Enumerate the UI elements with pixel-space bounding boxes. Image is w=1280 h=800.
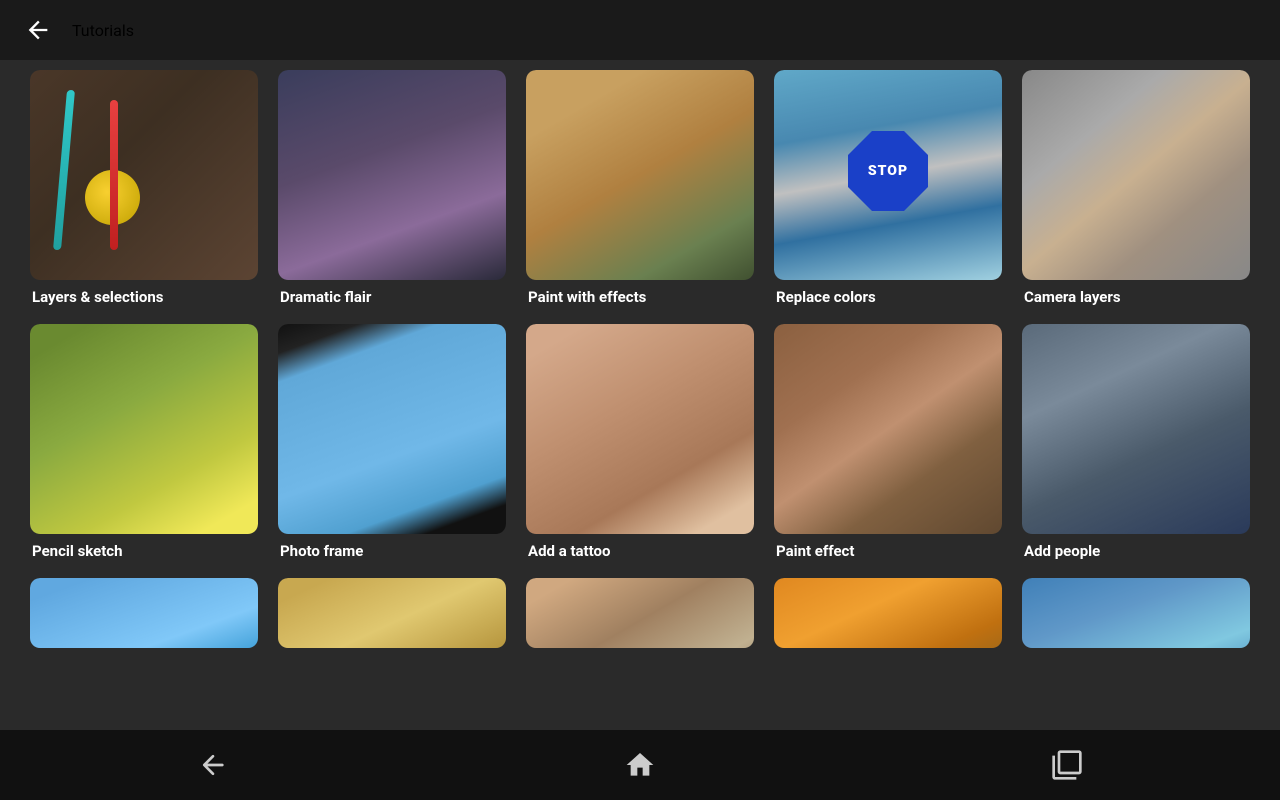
thumbnail-dramatic [278, 70, 506, 280]
tutorial-item-addpeople[interactable]: Add people [1022, 324, 1250, 560]
tutorial-label-pencil: Pencil sketch [30, 542, 258, 560]
tutorial-label-camera: Camera layers [1022, 288, 1250, 306]
tutorial-label-addpeople: Add people [1022, 542, 1250, 560]
thumbnail-row3-3 [526, 578, 754, 648]
thumbnail-layers [30, 70, 258, 280]
thumbnail-tattoo [526, 324, 754, 534]
back-nav-button[interactable] [183, 745, 243, 785]
thumbnail-row3-1 [30, 578, 258, 648]
thumbnail-camera [1022, 70, 1250, 280]
tutorial-item-row3-1[interactable] [30, 578, 258, 648]
thumbnail-paint [526, 70, 754, 280]
tutorial-item-row3-5[interactable] [1022, 578, 1250, 648]
thumbnail-addpeople [1022, 324, 1250, 534]
thumbnail-replace: STOP [774, 70, 1002, 280]
tutorial-item-paint[interactable]: Paint with effects [526, 70, 754, 306]
tutorial-item-paintefx[interactable]: Paint effect [774, 324, 1002, 560]
tutorial-label-dramatic: Dramatic flair [278, 288, 506, 306]
tutorial-item-layers[interactable]: Layers & selections [30, 70, 258, 306]
page-title: Tutorials [72, 21, 134, 40]
thumbnail-row3-4 [774, 578, 1002, 648]
top-bar: Tutorials [0, 0, 1280, 60]
tutorial-item-row3-2[interactable] [278, 578, 506, 648]
thumbnail-frame [278, 324, 506, 534]
tutorial-label-paintefx: Paint effect [774, 542, 1002, 560]
tutorial-grid: Layers & selections Dramatic flair Paint w… [30, 70, 1250, 648]
main-content: Layers & selections Dramatic flair Paint w… [0, 60, 1280, 730]
tutorial-item-row3-3[interactable] [526, 578, 754, 648]
tutorial-item-tattoo[interactable]: Add a tattoo [526, 324, 754, 560]
tutorial-item-row3-4[interactable] [774, 578, 1002, 648]
bottom-nav-bar [0, 730, 1280, 800]
tutorial-item-dramatic[interactable]: Dramatic flair [278, 70, 506, 306]
tutorial-label-tattoo: Add a tattoo [526, 542, 754, 560]
thumbnail-row3-5 [1022, 578, 1250, 648]
tutorial-item-frame[interactable]: Photo frame [278, 324, 506, 560]
tutorial-label-paint: Paint with effects [526, 288, 754, 306]
tutorial-label-frame: Photo frame [278, 542, 506, 560]
thumbnail-pencil [30, 324, 258, 534]
recent-apps-button[interactable] [1037, 745, 1097, 785]
thumbnail-row3-2 [278, 578, 506, 648]
tutorial-label-layers: Layers & selections [30, 288, 258, 306]
tutorial-item-camera[interactable]: Camera layers [1022, 70, 1250, 306]
home-nav-button[interactable] [610, 745, 670, 785]
tutorial-item-pencil[interactable]: Pencil sketch [30, 324, 258, 560]
back-button[interactable] [20, 12, 56, 48]
thumbnail-paintefx [774, 324, 1002, 534]
tutorial-label-replace: Replace colors [774, 288, 1002, 306]
tutorial-item-replace[interactable]: STOP Replace colors [774, 70, 1002, 306]
